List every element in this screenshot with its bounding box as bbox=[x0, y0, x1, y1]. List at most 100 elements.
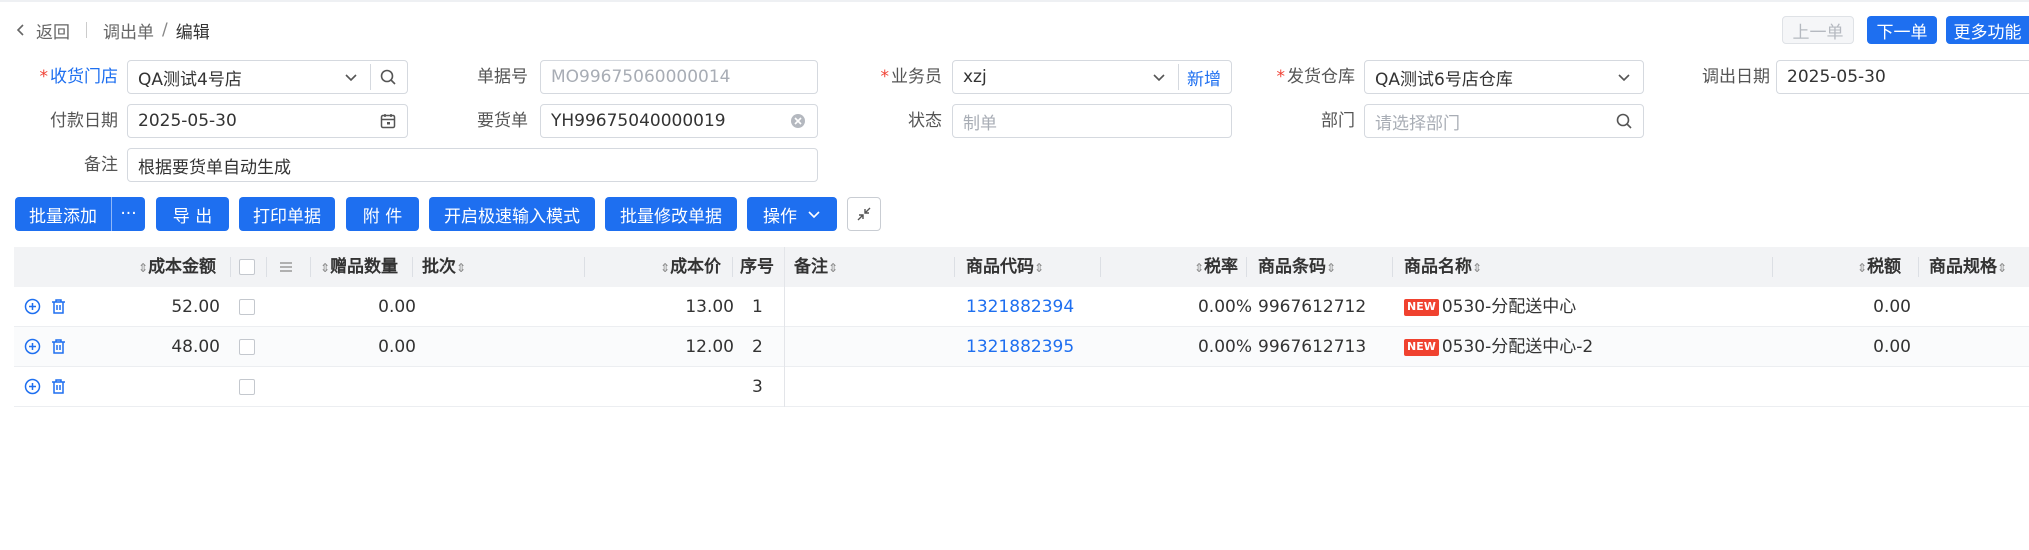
status-label: 状态 bbox=[908, 111, 942, 131]
export-button[interactable]: 导 出 bbox=[156, 197, 229, 231]
next-doc-button[interactable]: 下一单 bbox=[1867, 16, 1937, 44]
add-row-icon[interactable] bbox=[24, 378, 41, 395]
header-code[interactable]: 商品代码⇕ bbox=[966, 247, 1044, 287]
cell-tax: 0.00 bbox=[1873, 337, 1911, 357]
header-cost-amount[interactable]: ⇕成本金额 bbox=[138, 247, 216, 287]
request-no-field[interactable]: YH99675040000019 bbox=[540, 104, 818, 138]
header-gift-qty[interactable]: ⇕赠品数量 bbox=[320, 247, 398, 287]
add-row-icon[interactable] bbox=[24, 298, 41, 315]
remark-value: 根据要货单自动生成 bbox=[138, 157, 291, 178]
table-row[interactable]: 52.00 0.00 13.00 1 1321882394 0.00% 9967… bbox=[14, 287, 2029, 327]
chevron-down-icon[interactable] bbox=[1615, 68, 1633, 86]
cell-tax-rate: 0.00% bbox=[1197, 337, 1252, 357]
cell-gift-qty[interactable]: 0.00 bbox=[378, 327, 416, 367]
row-checkbox[interactable] bbox=[239, 339, 255, 355]
doc-no-value: MO99675060000014 bbox=[551, 67, 731, 87]
sort-icon: ⇕ bbox=[1857, 261, 1868, 275]
table-row[interactable]: 48.00 0.00 12.00 2 1321882395 0.00% 9967… bbox=[14, 327, 2029, 367]
salesperson-select[interactable]: xzj 新增 bbox=[952, 60, 1232, 94]
cell-code-link[interactable]: 1321882394 bbox=[966, 287, 1074, 327]
status-field: 制单 bbox=[952, 104, 1232, 138]
chevron-down-icon[interactable] bbox=[1150, 68, 1168, 86]
cell-seq: 3 bbox=[752, 377, 763, 397]
department-placeholder: 请选择部门 bbox=[1375, 113, 1460, 134]
chevron-down-icon[interactable] bbox=[342, 68, 360, 86]
delete-row-icon[interactable] bbox=[50, 298, 67, 315]
batch-edit-button[interactable]: 批量修改单据 bbox=[605, 197, 737, 231]
pay-date-field[interactable]: 2025-05-30 bbox=[127, 104, 408, 138]
column-divider bbox=[1246, 257, 1247, 277]
clear-icon[interactable] bbox=[789, 112, 807, 130]
salesperson-value: xzj bbox=[963, 67, 987, 87]
delete-row-icon[interactable] bbox=[50, 378, 67, 395]
calendar-icon[interactable] bbox=[379, 112, 397, 130]
field-divider bbox=[1178, 64, 1179, 90]
cell-cost-price[interactable]: 13.00 bbox=[685, 287, 734, 327]
header-tax[interactable]: ⇕税额 bbox=[1857, 247, 1901, 287]
cell-barcode: 9967612713 bbox=[1258, 337, 1367, 357]
breadcrumb-divider bbox=[86, 22, 87, 38]
column-divider bbox=[1100, 257, 1101, 277]
sort-icon: ⇕ bbox=[456, 261, 467, 275]
column-divider bbox=[230, 257, 231, 277]
pay-date-label: 付款日期 bbox=[50, 111, 118, 131]
operate-dropdown-button[interactable]: 操作 bbox=[747, 197, 837, 231]
doc-no-label: 单据号 bbox=[477, 67, 528, 87]
doc-no-field: MO99675060000014 bbox=[540, 60, 818, 94]
collapse-button[interactable] bbox=[847, 197, 881, 231]
breadcrumb-parent[interactable]: 调出单 bbox=[103, 18, 154, 43]
header-barcode[interactable]: 商品条码⇕ bbox=[1258, 247, 1336, 287]
quick-input-mode-button[interactable]: 开启极速输入模式 bbox=[429, 197, 595, 231]
status-value: 制单 bbox=[963, 113, 997, 134]
more-functions-button[interactable]: 更多功能 bbox=[1946, 16, 2029, 44]
print-button[interactable]: 打印单据 bbox=[239, 197, 335, 231]
remark-field[interactable]: 根据要货单自动生成 bbox=[127, 148, 818, 182]
select-all-checkbox[interactable] bbox=[239, 259, 255, 275]
row-checkbox[interactable] bbox=[239, 379, 255, 395]
out-date-field[interactable]: 2025-05-30 bbox=[1776, 60, 2029, 94]
new-badge: NEW bbox=[1404, 299, 1439, 316]
menu-icon[interactable] bbox=[279, 260, 293, 274]
new-badge: NEW bbox=[1404, 339, 1439, 356]
ship-warehouse-label: * 发货仓库 bbox=[1276, 67, 1356, 87]
batch-add-button[interactable]: 批量添加 ··· bbox=[15, 197, 145, 231]
batch-add-label: 批量添加 bbox=[29, 206, 97, 227]
header-remark[interactable]: 备注⇕ bbox=[794, 247, 838, 287]
header-batch[interactable]: 批次⇕ bbox=[422, 247, 466, 287]
request-no-label: 要货单 bbox=[477, 111, 528, 131]
prev-doc-button[interactable]: 上一单 bbox=[1782, 16, 1854, 44]
table-row[interactable]: 3 bbox=[14, 367, 2029, 407]
receiving-store-select[interactable]: QA测试4号店 bbox=[127, 60, 408, 94]
header-tax-rate[interactable]: ⇕税率 bbox=[1194, 247, 1238, 287]
row-checkbox[interactable] bbox=[239, 299, 255, 315]
batch-add-more-button[interactable]: ··· bbox=[111, 197, 145, 231]
cell-code-link[interactable]: 1321882395 bbox=[966, 327, 1074, 367]
header-name[interactable]: 商品名称⇕ bbox=[1404, 247, 1482, 287]
add-salesperson-link[interactable]: 新增 bbox=[1187, 65, 1221, 90]
cell-seq: 2 bbox=[752, 337, 763, 357]
breadcrumb-current: 编辑 bbox=[175, 22, 210, 43]
header-cost-price[interactable]: ⇕成本价 bbox=[660, 247, 721, 287]
search-icon[interactable] bbox=[379, 68, 397, 86]
add-row-icon[interactable] bbox=[24, 338, 41, 355]
cell-barcode: 9967612712 bbox=[1258, 297, 1367, 317]
receiving-store-label: * 收货门店 bbox=[39, 67, 119, 87]
sort-icon: ⇕ bbox=[1472, 261, 1483, 275]
cell-gift-qty[interactable]: 0.00 bbox=[378, 287, 416, 327]
column-divider bbox=[732, 257, 733, 277]
cell-seq: 1 bbox=[752, 297, 763, 317]
header-spec[interactable]: 商品规格⇕ bbox=[1929, 247, 2007, 287]
sort-icon: ⇕ bbox=[320, 261, 331, 275]
ship-warehouse-select[interactable]: QA测试6号店仓库 bbox=[1364, 60, 1644, 94]
cell-name: NEW 0530-分配送中心-2 bbox=[1404, 327, 1593, 367]
search-icon[interactable] bbox=[1615, 112, 1633, 130]
attachment-button[interactable]: 附 件 bbox=[346, 197, 419, 231]
department-select[interactable]: 请选择部门 bbox=[1364, 104, 1644, 138]
chevron-left-icon[interactable] bbox=[14, 23, 28, 37]
back-link[interactable]: 返回 bbox=[36, 18, 70, 43]
cell-cost-price[interactable]: 12.00 bbox=[685, 327, 734, 367]
column-divider bbox=[1392, 257, 1393, 277]
sort-icon: ⇕ bbox=[828, 261, 839, 275]
out-date-value: 2025-05-30 bbox=[1787, 67, 1886, 87]
delete-row-icon[interactable] bbox=[50, 338, 67, 355]
